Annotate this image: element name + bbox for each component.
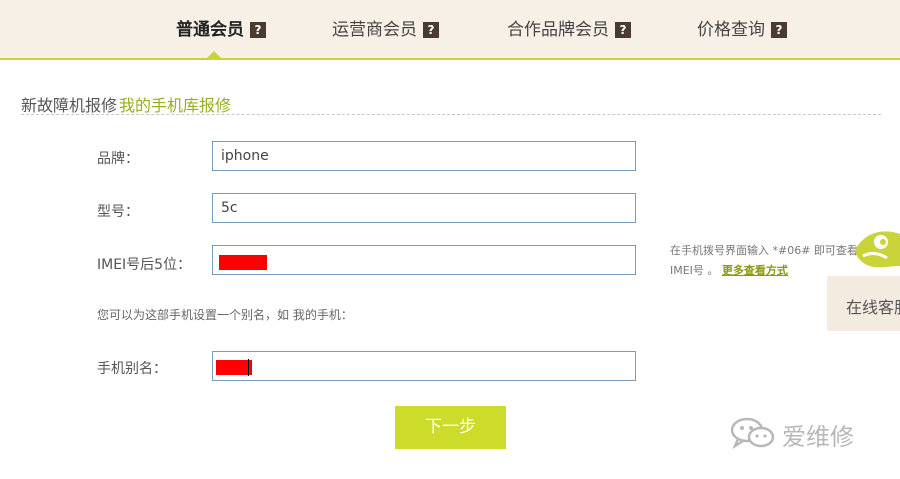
alias-input[interactable]: [212, 351, 636, 381]
imei-label: IMEI号后5位：: [97, 257, 192, 273]
tab-label: 价格查询: [697, 20, 765, 40]
tab-label: 普通会员: [176, 20, 244, 40]
brand-label: 品牌：: [97, 151, 139, 167]
brand-value: iphone: [221, 148, 269, 164]
alias-label: 手机别名：: [97, 361, 167, 377]
imei-help-line2: IMEI号 。: [670, 264, 719, 277]
online-service-label: 在线客服: [846, 298, 900, 317]
tab-operator-member[interactable]: 运营商会员?: [332, 0, 439, 58]
help-icon[interactable]: ?: [615, 22, 631, 38]
section-title: 新故障机报修: [21, 96, 118, 115]
tab-regular-member[interactable]: 普通会员?: [176, 0, 266, 58]
help-icon[interactable]: ?: [423, 22, 439, 38]
section-divider: [21, 114, 881, 115]
imei-input[interactable]: [212, 245, 636, 275]
watermark-text: 爱维修: [782, 423, 854, 451]
tab-label: 运营商会员: [332, 20, 417, 40]
brand-input[interactable]: iphone: [212, 141, 636, 171]
online-service-panel[interactable]: 在线客服: [827, 276, 900, 331]
next-step-button[interactable]: 下一步: [395, 406, 506, 449]
active-tab-indicator: [207, 51, 221, 58]
redacted-value: [216, 360, 252, 375]
tab-price-lookup[interactable]: 价格查询?: [697, 0, 787, 58]
online-service-icon[interactable]: [853, 226, 900, 276]
more-methods-link[interactable]: 更多查看方式: [722, 264, 788, 277]
tab-brand-partner-member[interactable]: 合作品牌会员?: [507, 0, 631, 58]
section-heading: 新故障机报修 我的手机库报修: [21, 92, 231, 116]
help-icon[interactable]: ?: [250, 22, 266, 38]
model-value: 5c: [221, 200, 238, 216]
tab-label: 合作品牌会员: [507, 20, 609, 40]
wechat-icon: [730, 417, 776, 453]
redacted-value: [219, 255, 267, 270]
model-label: 型号：: [97, 204, 139, 220]
imei-help: 在手机拨号界面输入 *#06# 即可查看 IMEI号 。 更多查看方式: [670, 241, 870, 281]
top-nav: 普通会员? 运营商会员? 合作品牌会员? 价格查询?: [0, 0, 900, 60]
imei-help-line1: 在手机拨号界面输入 *#06# 即可查看: [670, 244, 858, 257]
my-phone-library-link[interactable]: 我的手机库报修: [119, 96, 231, 115]
model-input[interactable]: 5c: [212, 193, 636, 223]
alias-hint: 您可以为这部手机设置一个别名，如 我的手机：: [97, 308, 353, 322]
text-cursor: [248, 359, 249, 376]
help-icon[interactable]: ?: [771, 22, 787, 38]
